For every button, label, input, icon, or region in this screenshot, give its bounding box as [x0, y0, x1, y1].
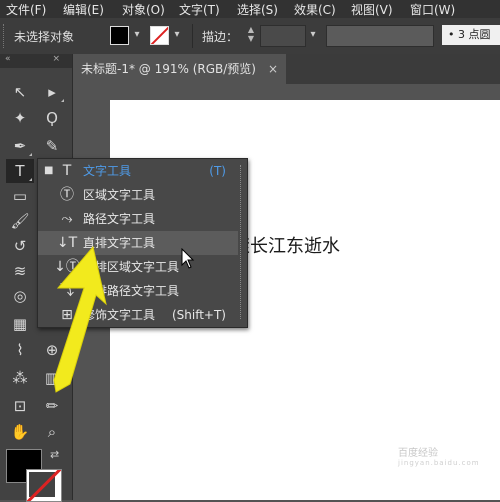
- area-type-icon: Ⓣ: [60, 187, 74, 203]
- vertical-type-on-path-icon: ⤵: [60, 283, 74, 299]
- stroke-stepper-icon[interactable]: ▲ ▼: [244, 25, 258, 45]
- variable-width-field[interactable]: [326, 25, 434, 47]
- menu-bar: 文件(F) 编辑(E) 对象(O) 文字(T) 选择(S) 效果(C) 视图(V…: [0, 0, 500, 18]
- control-bar: 未选择对象 ▾ ▾ 描边： ▲ ▼ ▾ • 3 点圆: [0, 18, 500, 55]
- menu-select[interactable]: 选择(S): [237, 1, 278, 18]
- stroke-weight-dropdown-icon[interactable]: ▾: [306, 26, 320, 44]
- menu-window[interactable]: 窗口(W): [410, 1, 455, 18]
- selection-tool-icon[interactable]: ↖: [6, 80, 34, 104]
- fill-dropdown-icon[interactable]: ▾: [130, 26, 144, 44]
- slice-tool-icon[interactable]: ✏: [38, 394, 66, 418]
- control-bar-grip[interactable]: [3, 24, 7, 48]
- menu-object[interactable]: 对象(O): [122, 1, 165, 18]
- watermark-url: jingyan.baidu.com: [398, 459, 480, 467]
- tools-panel-header: « ×: [0, 54, 72, 68]
- bullet-icon: •: [448, 28, 458, 41]
- artboard-tool-icon[interactable]: ⊡: [6, 394, 34, 418]
- zoom-tool-icon[interactable]: ⌕: [38, 420, 66, 444]
- close-panel-icon[interactable]: ×: [52, 54, 60, 64]
- menu-view[interactable]: 视图(V): [351, 1, 393, 18]
- rotate-tool-icon[interactable]: ↺: [6, 234, 34, 258]
- direct-selection-tool-icon[interactable]: ▸: [38, 80, 66, 104]
- stroke-weight-label: 描边：: [202, 30, 239, 44]
- pen-tool-icon[interactable]: ✒: [6, 134, 34, 158]
- warp-tool-icon[interactable]: ≋: [6, 259, 34, 283]
- stroke-swatch[interactable]: [26, 469, 62, 502]
- shape-builder-tool-icon[interactable]: ◎: [6, 284, 34, 308]
- stroke-color-swatch[interactable]: [150, 26, 169, 45]
- selection-status: 未选择对象: [14, 30, 75, 44]
- menu-edit[interactable]: 编辑(E): [63, 1, 104, 18]
- flyout-item-type-on-path-tool[interactable]: ⤳ 路径文字工具: [38, 207, 238, 231]
- flyout-item-area-type-tool[interactable]: Ⓣ 区域文字工具: [38, 183, 238, 207]
- document-tab[interactable]: 未标题-1* @ 191% (RGB/预览) ×: [73, 54, 286, 84]
- flyout-item-vertical-type-on-path-tool[interactable]: ⤵ 直排路径文字工具: [38, 279, 238, 303]
- fill-color-swatch[interactable]: [110, 26, 129, 45]
- vertical-area-type-icon: ↓Ⓣ: [54, 259, 80, 275]
- blend-tool-icon[interactable]: ⊕: [38, 338, 66, 362]
- type-on-path-icon: ⤳: [61, 211, 73, 227]
- mouse-cursor-icon: [181, 248, 195, 269]
- selected-bullet-icon: ■: [44, 165, 54, 176]
- type-tool-icon[interactable]: T: [6, 159, 34, 183]
- perspective-grid-tool-icon[interactable]: ▦: [6, 312, 34, 336]
- stroke-weight-input[interactable]: [260, 25, 306, 47]
- menu-effect[interactable]: 效果(C): [294, 1, 336, 18]
- divider: [192, 24, 193, 48]
- type-icon: T: [62, 163, 72, 179]
- document-tab-title: 未标题-1* @ 191% (RGB/预览): [81, 62, 256, 76]
- eyedropper-tool-icon[interactable]: ⌇: [6, 338, 34, 362]
- document-tab-bar: 未标题-1* @ 191% (RGB/预览) ×: [73, 54, 500, 84]
- menu-file[interactable]: 文件(F): [6, 1, 46, 18]
- tearoff-grip[interactable]: [240, 165, 243, 319]
- flyout-item-touch-type-tool[interactable]: ⊞ 修饰文字工具 (Shift+T): [38, 303, 238, 327]
- canvas-text-object[interactable]: 滚长江东逝水: [232, 232, 340, 258]
- symbol-sprayer-tool-icon[interactable]: ⁂: [6, 366, 34, 390]
- flyout-item-vertical-type-tool[interactable]: ↓T 直排文字工具: [38, 231, 238, 255]
- brush-definition-field[interactable]: • 3 点圆: [442, 25, 500, 45]
- swap-colors-icon[interactable]: ⇄: [50, 448, 59, 461]
- brush-size-value: 3 点圆: [458, 28, 491, 41]
- watermark: 百度经验 jingyan.baidu.com: [398, 444, 480, 467]
- touch-type-icon: ⊞: [61, 307, 73, 323]
- collapse-icon[interactable]: «: [5, 54, 11, 64]
- type-tools-flyout: ■ T 文字工具 (T) Ⓣ 区域文字工具 ⤳ 路径文字工具 ↓T 直排文字工具…: [37, 158, 248, 328]
- column-graph-tool-icon[interactable]: ▥: [38, 366, 66, 390]
- flyout-item-vertical-area-type-tool[interactable]: ↓Ⓣ 直排区域文字工具: [38, 255, 238, 279]
- flyout-item-type-tool[interactable]: ■ T 文字工具 (T): [38, 159, 238, 183]
- rectangle-tool-icon[interactable]: ▭: [6, 184, 34, 208]
- curvature-tool-icon[interactable]: ✎: [38, 134, 66, 158]
- vertical-type-icon: ↓T: [56, 235, 78, 251]
- hand-tool-icon[interactable]: ✋: [6, 420, 34, 444]
- paintbrush-tool-icon[interactable]: 🖌: [6, 209, 34, 233]
- stroke-dropdown-icon[interactable]: ▾: [170, 26, 184, 44]
- watermark-logo: 百度经验: [398, 448, 438, 459]
- magic-wand-tool-icon[interactable]: ✦: [6, 106, 34, 130]
- menu-type[interactable]: 文字(T): [179, 1, 220, 18]
- lasso-tool-icon[interactable]: Ϙ: [38, 106, 66, 130]
- close-tab-icon[interactable]: ×: [268, 54, 278, 84]
